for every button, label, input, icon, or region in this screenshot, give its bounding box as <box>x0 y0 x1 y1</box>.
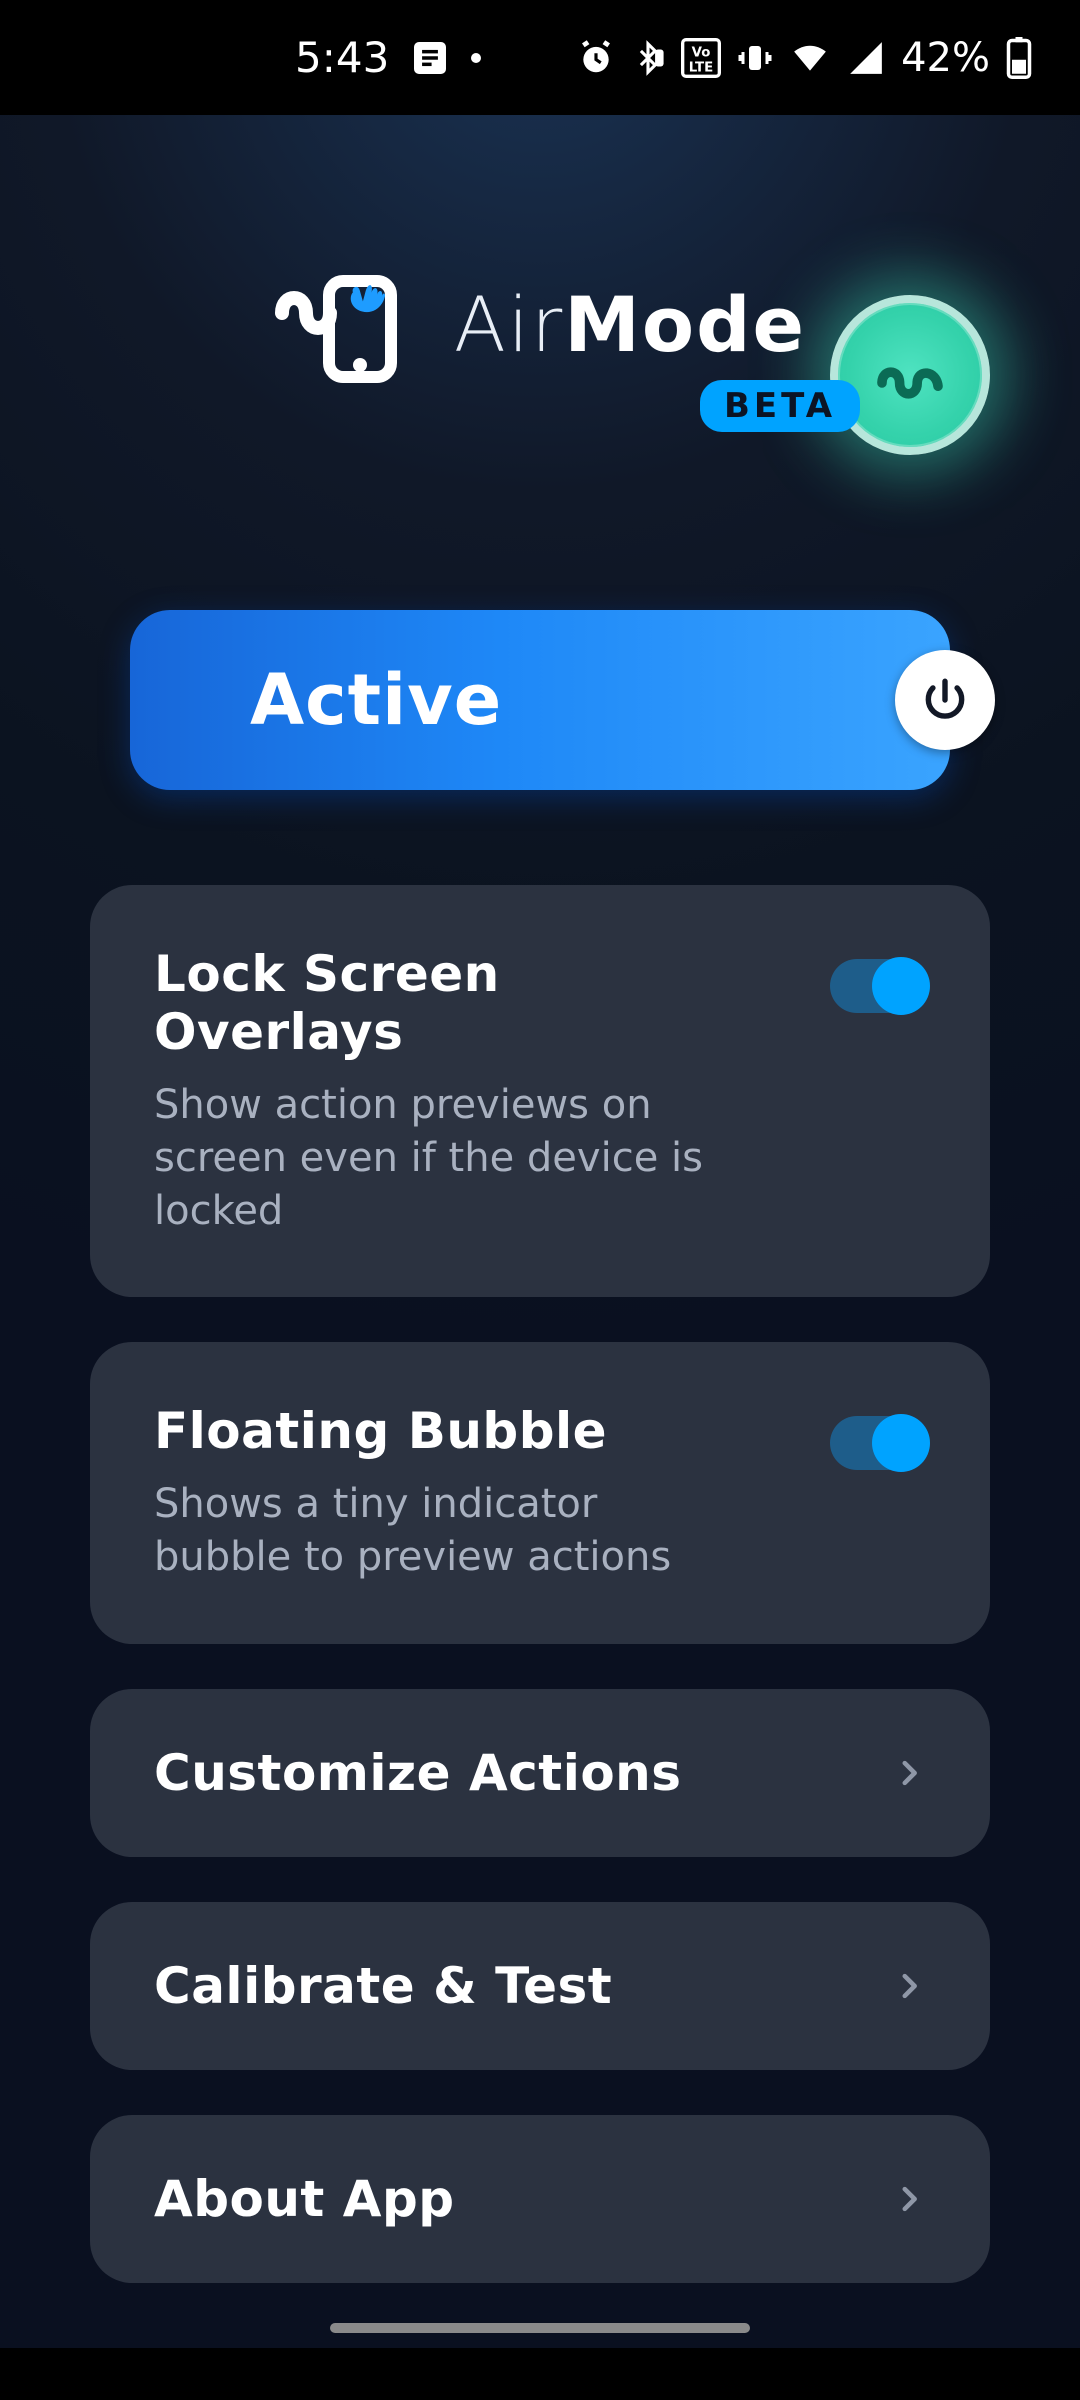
app-title: AirMode <box>454 280 806 369</box>
card-desc: Shows a tiny indicator bubble to preview… <box>154 1478 734 1584</box>
battery-icon <box>1006 37 1032 79</box>
battery-percent: 42% <box>901 35 990 81</box>
svg-text:Vo: Vo <box>692 45 711 60</box>
active-toggle-button[interactable]: Active <box>130 610 950 790</box>
floating-bubble-toggle[interactable] <box>830 1416 926 1470</box>
toggle-knob <box>872 1414 930 1472</box>
alarm-icon <box>577 39 615 77</box>
card-desc: Show action previews on screen even if t… <box>154 1079 734 1237</box>
card-title: Floating Bubble <box>154 1402 734 1460</box>
status-bar-left: 5:43 <box>295 33 481 82</box>
active-label: Active <box>250 659 502 741</box>
notification-icon <box>411 39 449 77</box>
lock-screen-overlays-toggle[interactable] <box>830 959 926 1013</box>
vibrate-icon <box>737 40 773 76</box>
svg-text:LTE: LTE <box>689 60 713 75</box>
app-title-part2: Mode <box>564 280 806 369</box>
power-icon <box>920 675 970 725</box>
beta-chip: BETA <box>700 380 860 432</box>
app-title-part1: Air <box>454 280 564 369</box>
status-bar: 5:43 VoLTE 42% <box>0 0 1080 115</box>
settings-cards: Lock Screen Overlays Show action preview… <box>0 885 1080 2283</box>
card-title: Lock Screen Overlays <box>154 945 734 1061</box>
calibrate-test-row[interactable]: Calibrate & Test <box>90 1902 990 2070</box>
card-texts: Floating Bubble Shows a tiny indicator b… <box>154 1402 734 1584</box>
card-title: Calibrate & Test <box>154 1957 612 2015</box>
about-app-row[interactable]: About App <box>90 2115 990 2283</box>
toggle-knob <box>872 957 930 1015</box>
card-texts: Lock Screen Overlays Show action preview… <box>154 945 734 1237</box>
status-time: 5:43 <box>295 33 389 82</box>
wifi-icon <box>789 39 831 77</box>
app-logo-icon <box>274 255 414 385</box>
home-gesture-bar[interactable] <box>330 2323 750 2333</box>
chevron-right-icon <box>892 1969 926 2003</box>
bluetooth-icon <box>631 38 665 78</box>
lock-screen-overlays-card[interactable]: Lock Screen Overlays Show action preview… <box>90 885 990 1297</box>
chevron-right-icon <box>892 1756 926 1790</box>
app-header: AirMode <box>0 115 1080 385</box>
card-title: About App <box>154 2170 455 2228</box>
status-bar-right: VoLTE 42% <box>577 35 1032 81</box>
signal-icon <box>847 39 885 77</box>
volte-icon: VoLTE <box>681 38 721 78</box>
floating-bubble-card[interactable]: Floating Bubble Shows a tiny indicator b… <box>90 1342 990 1644</box>
customize-actions-row[interactable]: Customize Actions <box>90 1689 990 1857</box>
chevron-right-icon <box>892 2182 926 2216</box>
more-notifications-dot-icon <box>471 53 481 63</box>
card-title: Customize Actions <box>154 1744 682 1802</box>
power-button[interactable] <box>895 650 995 750</box>
page-surface: AirMode BETA Active Lock Screen Overlays… <box>0 115 1080 2348</box>
